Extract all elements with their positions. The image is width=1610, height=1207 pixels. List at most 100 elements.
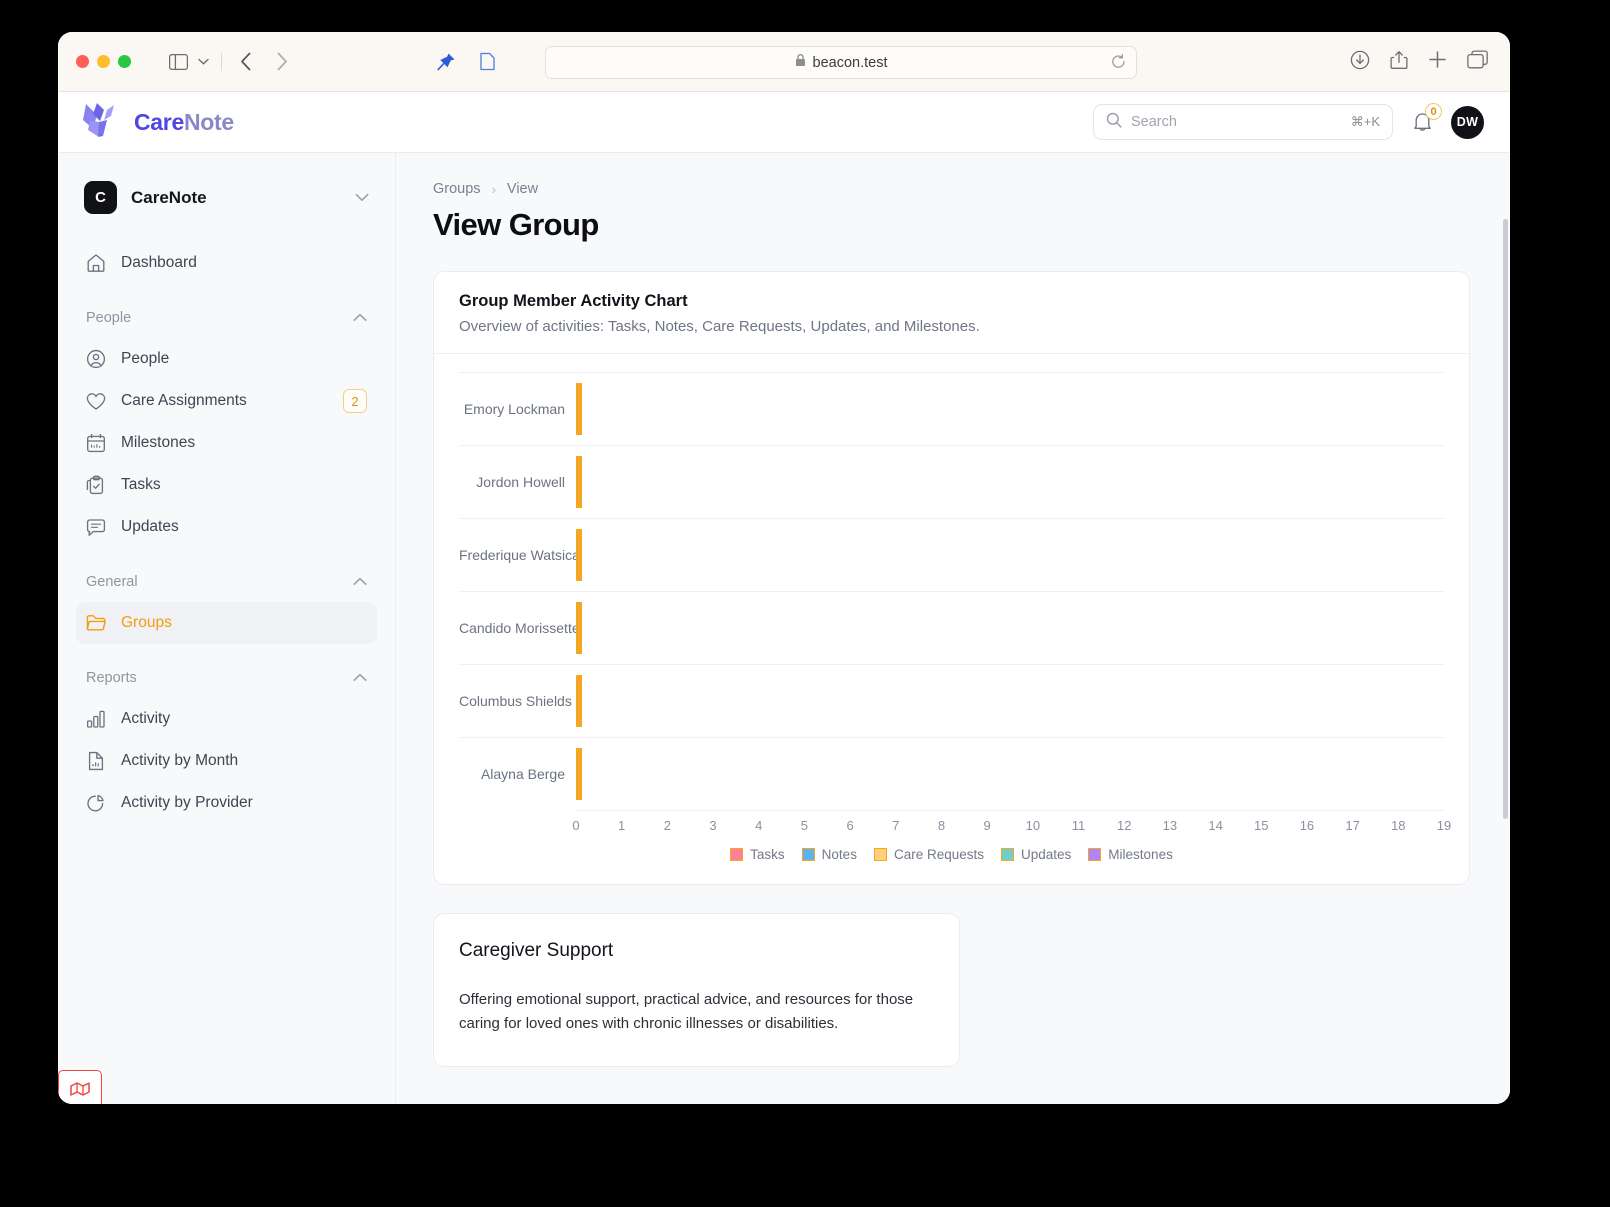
browser-toolbar-right bbox=[1350, 32, 1488, 92]
main-content: Groups › View View Group Group Member Ac… bbox=[396, 153, 1510, 1104]
notifications-button[interactable]: 0 bbox=[1409, 103, 1442, 135]
screen: beacon.test CareNote Search ⌘+K 0 DW C C… bbox=[0, 0, 1610, 1207]
close-window-button[interactable] bbox=[76, 55, 89, 68]
chart-card: Group Member Activity Chart Overview of … bbox=[433, 271, 1470, 885]
sidebar-item-label: Activity by Provider bbox=[121, 794, 253, 811]
chart-row: Candido Morissette bbox=[459, 591, 1444, 664]
x-axis-tick: 11 bbox=[1071, 818, 1086, 833]
chart-row-label: Emory Lockman bbox=[463, 401, 565, 417]
bar-chart-icon bbox=[86, 709, 106, 729]
sidebar-section-people[interactable]: People bbox=[76, 298, 377, 338]
toolbar-divider bbox=[221, 52, 222, 71]
chevron-up-icon[interactable] bbox=[353, 574, 367, 590]
chart-rows: Emory Lockman Jordon Howell Frederique Wat… bbox=[459, 372, 1444, 810]
support-card-body: Offering emotional support, practical ad… bbox=[459, 991, 914, 1032]
app-body: C CareNote Dashboard People People Care … bbox=[58, 153, 1510, 1104]
share-icon[interactable] bbox=[1390, 50, 1408, 75]
legend-item[interactable]: Notes bbox=[801, 847, 857, 862]
reload-icon[interactable] bbox=[1111, 53, 1126, 75]
calendar-icon bbox=[86, 433, 106, 453]
browser-window: beacon.test CareNote Search ⌘+K 0 DW C C… bbox=[58, 32, 1510, 1104]
legend-item[interactable]: Updates bbox=[1001, 847, 1071, 862]
new-tab-icon[interactable] bbox=[1428, 50, 1447, 74]
x-axis-tick: 10 bbox=[1025, 818, 1041, 833]
chart-card-header: Group Member Activity Chart Overview of … bbox=[434, 272, 1469, 354]
chevron-up-icon[interactable] bbox=[353, 670, 367, 686]
legend-label: Updates bbox=[1021, 847, 1072, 862]
minimize-window-button[interactable] bbox=[97, 55, 110, 68]
sidebar-toggle-icon[interactable] bbox=[169, 53, 188, 70]
home-icon bbox=[86, 253, 106, 273]
sidebar-item-tasks[interactable]: Tasks bbox=[76, 464, 377, 506]
workspace-switcher[interactable]: C CareNote bbox=[76, 175, 377, 220]
sidebar-item-updates[interactable]: Updates bbox=[76, 506, 377, 548]
chevron-up-icon[interactable] bbox=[353, 310, 367, 326]
activity-chart: Emory Lockman Jordon Howell Frederique Wat… bbox=[459, 372, 1451, 862]
search-input[interactable] bbox=[1131, 114, 1342, 130]
folder-icon bbox=[86, 613, 106, 633]
breadcrumb-item-groups[interactable]: Groups bbox=[433, 181, 481, 197]
pin-tab-icon[interactable] bbox=[436, 52, 456, 72]
sidebar-item-dashboard[interactable]: Dashboard bbox=[76, 242, 377, 284]
sidebar-section-general[interactable]: General bbox=[76, 562, 377, 602]
reader-view-icon[interactable] bbox=[480, 52, 495, 71]
sidebar-item-activity-by-month[interactable]: Activity by Month bbox=[76, 740, 377, 782]
search-icon bbox=[1106, 112, 1122, 133]
bar-segment-milestones[interactable] bbox=[580, 748, 582, 800]
carenote-bird-logo bbox=[83, 103, 114, 137]
sidebar-section-label: People bbox=[86, 310, 132, 326]
sidebar-dropdown-icon[interactable] bbox=[198, 58, 209, 65]
x-axis-tick: 0 bbox=[572, 818, 580, 833]
chart-row-label: Alayna Berge bbox=[480, 766, 565, 782]
sidebar-item-activity-by-provider[interactable]: Activity by Provider bbox=[76, 782, 377, 824]
bar-segment-milestones[interactable] bbox=[580, 529, 582, 581]
tab-overview-icon[interactable] bbox=[1467, 50, 1488, 74]
x-axis-tick: 18 bbox=[1391, 818, 1406, 833]
legend-item[interactable]: Care Requests bbox=[873, 847, 984, 862]
address-bar[interactable]: beacon.test bbox=[545, 46, 1137, 79]
sidebar-section-reports[interactable]: Reports bbox=[76, 658, 377, 698]
bar-segment-milestones[interactable] bbox=[580, 602, 582, 654]
chart-row: Alayna Berge bbox=[459, 737, 1444, 810]
chevron-down-icon[interactable] bbox=[355, 189, 369, 207]
laravel-debugbar-badge[interactable] bbox=[58, 1070, 102, 1104]
stacked-bar bbox=[576, 383, 582, 435]
legend-item[interactable]: Milestones bbox=[1088, 847, 1173, 862]
sidebar-item-care-assignments[interactable]: Care Assignments 2 bbox=[76, 380, 377, 422]
sidebar-item-milestones[interactable]: Milestones bbox=[76, 422, 377, 464]
chart-row: Frederique Watsica bbox=[459, 518, 1444, 591]
back-button[interactable] bbox=[240, 52, 252, 71]
x-axis-tick: 12 bbox=[1116, 818, 1132, 833]
sidebar-item-badge: 2 bbox=[343, 389, 367, 413]
legend-item[interactable]: Tasks bbox=[730, 847, 785, 862]
app-logo[interactable]: CareNote bbox=[80, 99, 234, 145]
download-icon[interactable] bbox=[1350, 50, 1370, 75]
bar-segment-milestones[interactable] bbox=[580, 383, 582, 435]
address-bar-url: beacon.test bbox=[812, 54, 888, 71]
sidebar-item-label: Updates bbox=[121, 518, 179, 535]
scrollbar[interactable] bbox=[1503, 219, 1508, 819]
lock-icon bbox=[795, 53, 806, 72]
forward-button[interactable] bbox=[276, 52, 288, 71]
x-axis-tick: 13 bbox=[1162, 818, 1178, 833]
sidebar-item-label: Activity by Month bbox=[121, 752, 239, 769]
user-circle-icon bbox=[86, 349, 106, 369]
sidebar-item-groups[interactable]: Groups bbox=[76, 602, 377, 644]
x-axis-tick: 4 bbox=[755, 818, 763, 833]
heart-icon bbox=[86, 391, 106, 411]
sidebar-item-people[interactable]: People bbox=[76, 338, 377, 380]
page-title: View Group bbox=[433, 207, 599, 242]
x-axis-tick: 14 bbox=[1208, 818, 1223, 833]
chart-row: Jordon Howell bbox=[459, 445, 1444, 518]
window-controls[interactable] bbox=[76, 55, 131, 68]
bar-segment-milestones[interactable] bbox=[580, 675, 582, 727]
chart-row: Emory Lockman bbox=[459, 372, 1444, 445]
breadcrumb-item-view[interactable]: View bbox=[507, 181, 538, 197]
avatar[interactable]: DW bbox=[1451, 105, 1484, 139]
legend-swatch bbox=[1001, 848, 1014, 861]
maximize-window-button[interactable] bbox=[118, 55, 131, 68]
sidebar-item-activity[interactable]: Activity bbox=[76, 698, 377, 740]
legend-label: Tasks bbox=[750, 847, 785, 862]
search-box[interactable]: ⌘+K bbox=[1093, 104, 1393, 140]
bar-segment-milestones[interactable] bbox=[580, 456, 582, 508]
